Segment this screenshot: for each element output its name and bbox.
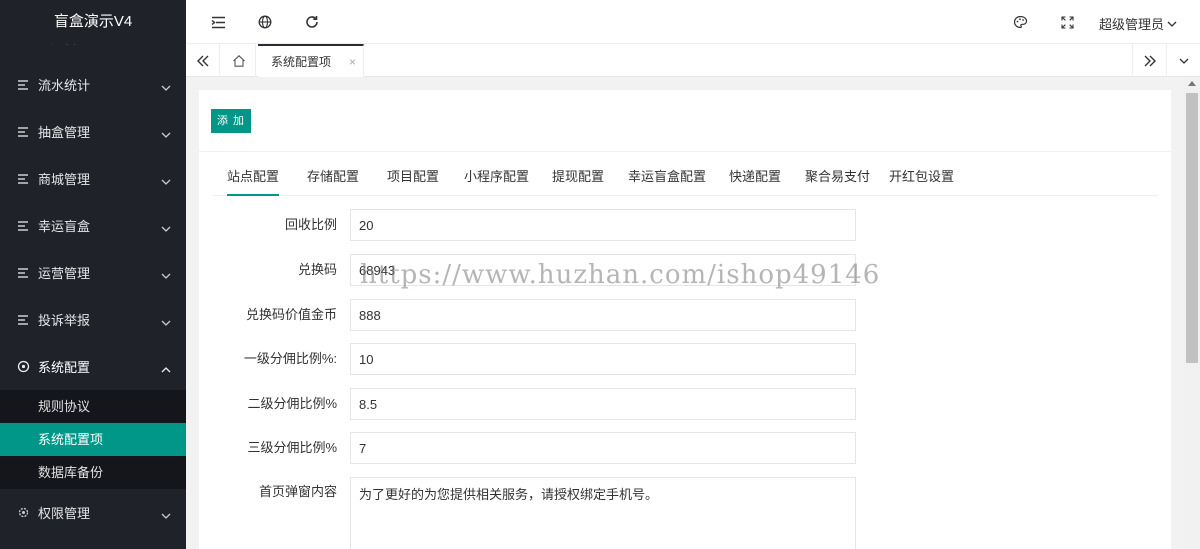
sidebar-item-mall[interactable]: 商城管理	[0, 155, 186, 202]
tab-withdraw-config[interactable]: 提现配置	[552, 162, 604, 196]
field-label: 二级分佣比例%	[247, 396, 337, 411]
sidebar-item-label: 系统配置	[38, 360, 91, 375]
chevron-down-icon	[161, 320, 171, 326]
setting-icon	[16, 360, 30, 374]
user-name: 超级管理员	[1098, 17, 1164, 32]
level2-commission-input[interactable]	[350, 388, 856, 420]
sidebar-item-label: 权限管理	[38, 506, 91, 521]
field-label: 一级分佣比例%:	[243, 351, 337, 366]
chevron-down-icon	[161, 226, 171, 232]
fullscreen-icon[interactable]	[1058, 13, 1076, 31]
sidebar-item-operations[interactable]: 运营管理	[0, 249, 186, 296]
sidebar-item-complaints[interactable]: 投诉举报	[0, 296, 186, 343]
level1-commission-input[interactable]	[350, 343, 856, 375]
sidebar: 盲盒演示V4 用户管理 流水统计 抽盒管理 商城管理 幸运盲盒	[0, 0, 186, 549]
field-label: 兑换码价值金币	[245, 307, 337, 322]
tab-aggregate-pay[interactable]: 聚合易支付	[805, 162, 870, 196]
tab-system-config-items[interactable]: 系统配置项 ×	[258, 44, 364, 77]
submenu-item-db-backup[interactable]: 数据库备份	[0, 456, 186, 489]
form-row-home-popup: 首页弹窗内容 为了更好的为您提供相关服务，请授权绑定手机号。	[199, 477, 1171, 549]
theme-icon[interactable]	[1011, 13, 1029, 31]
redeem-code-input[interactable]	[350, 254, 856, 286]
form-row-level2-commission: 二级分佣比例%	[199, 388, 1171, 420]
menu-fold-icon[interactable]	[209, 13, 227, 31]
chevron-down-icon	[161, 132, 171, 138]
sidebar-item-flow-stats[interactable]: 流水统计	[0, 61, 186, 108]
chevron-down-icon	[161, 513, 171, 519]
list-icon	[16, 172, 30, 186]
tabs-dropdown-button[interactable]	[1166, 44, 1200, 77]
chevron-down-icon	[161, 85, 171, 91]
submenu-item-rules[interactable]: 规则协议	[0, 390, 186, 423]
recycle-ratio-input[interactable]	[350, 209, 856, 241]
form-row-recycle-ratio: 回收比例	[199, 209, 1171, 241]
home-tab-button[interactable]	[222, 44, 256, 77]
double-chevron-right-icon	[1144, 55, 1156, 66]
tab-miniprogram-config[interactable]: 小程序配置	[464, 162, 529, 196]
sidebar-item-label: 抽盒管理	[38, 125, 91, 140]
close-icon[interactable]: ×	[349, 55, 356, 69]
add-button[interactable]: 添 加	[211, 109, 251, 133]
sidebar-item-permissions[interactable]: 权限管理	[0, 489, 186, 536]
sidebar-menu: 用户管理 流水统计 抽盒管理 商城管理 幸运盲盒 运营管理	[0, 14, 186, 536]
chevron-up-icon	[161, 366, 171, 372]
scroll-tabs-left-button[interactable]	[186, 44, 220, 77]
double-chevron-left-icon	[196, 55, 208, 66]
refresh-icon[interactable]	[303, 13, 321, 31]
tab-site-config[interactable]: 站点配置	[227, 162, 280, 196]
sidebar-item-draw-box[interactable]: 抽盒管理	[0, 108, 186, 155]
list-icon	[16, 313, 30, 327]
divider	[199, 151, 1171, 152]
app-logo[interactable]: 盲盒演示V4	[0, 0, 186, 44]
tab-express-config[interactable]: 快递配置	[729, 162, 781, 196]
list-icon	[16, 219, 30, 233]
chevron-down-icon	[161, 273, 171, 279]
form-row-level1-commission: 一级分佣比例%:	[199, 343, 1171, 375]
scroll-up-arrow-icon[interactable]	[1188, 81, 1196, 86]
list-icon	[16, 125, 30, 139]
chevron-down-icon	[161, 179, 171, 185]
tab-storage-config[interactable]: 存储配置	[307, 162, 359, 196]
tab-project-config[interactable]: 项目配置	[387, 162, 439, 196]
scrollbar-thumb[interactable]	[1186, 93, 1198, 363]
system-config-submenu: 规则协议 系统配置项 数据库备份	[0, 390, 186, 489]
form-row-redeem-code-value: 兑换码价值金币	[199, 299, 1171, 331]
tab-label: 系统配置项	[271, 55, 332, 69]
field-label: 回收比例	[284, 217, 337, 232]
scroll-tabs-right-button[interactable]	[1132, 44, 1166, 77]
tab-red-packet-settings[interactable]: 开红包设置	[889, 162, 954, 196]
form-row-redeem-code: 兑换码	[199, 254, 1171, 286]
field-label: 三级分佣比例%	[247, 440, 337, 455]
home-popup-textarea[interactable]: 为了更好的为您提供相关服务，请授权绑定手机号。	[350, 477, 856, 549]
field-label: 兑换码	[297, 262, 337, 277]
field-label: 首页弹窗内容	[258, 484, 337, 499]
chevron-down-icon	[1167, 21, 1177, 27]
sidebar-item-label: 运营管理	[38, 266, 91, 281]
user-menu[interactable]: 超级管理员	[1099, 14, 1178, 33]
redeem-code-value-input[interactable]	[350, 299, 856, 331]
page-tabs-bar: 系统配置项 ×	[186, 44, 1200, 77]
sidebar-item-label: 投诉举报	[38, 313, 91, 328]
sidebar-item-system-config[interactable]: 系统配置	[0, 343, 186, 390]
tab-lucky-box-config[interactable]: 幸运盲盒配置	[628, 162, 706, 196]
sidebar-item-lucky-box[interactable]: 幸运盲盒	[0, 202, 186, 249]
list-icon	[16, 78, 30, 92]
globe-icon[interactable]	[256, 13, 274, 31]
list-icon	[16, 266, 30, 280]
top-header: 超级管理员	[186, 0, 1200, 44]
config-card: 添 加 站点配置 存储配置 项目配置 小程序配置 提现配置 幸运盲盒配置 快递配…	[199, 90, 1171, 549]
config-tabs: 站点配置 存储配置 项目配置 小程序配置 提现配置 幸运盲盒配置 快递配置 聚合…	[213, 162, 1158, 196]
submenu-item-system-config-items[interactable]: 系统配置项	[0, 423, 186, 456]
gear-icon	[16, 506, 30, 520]
sidebar-item-label: 商城管理	[38, 172, 91, 187]
form-row-level3-commission: 三级分佣比例%	[199, 432, 1171, 464]
sidebar-item-label: 流水统计	[38, 78, 91, 93]
home-icon	[232, 54, 245, 67]
level3-commission-input[interactable]	[350, 432, 856, 464]
sidebar-item-label: 幸运盲盒	[38, 219, 91, 234]
chevron-down-icon	[1179, 58, 1188, 64]
